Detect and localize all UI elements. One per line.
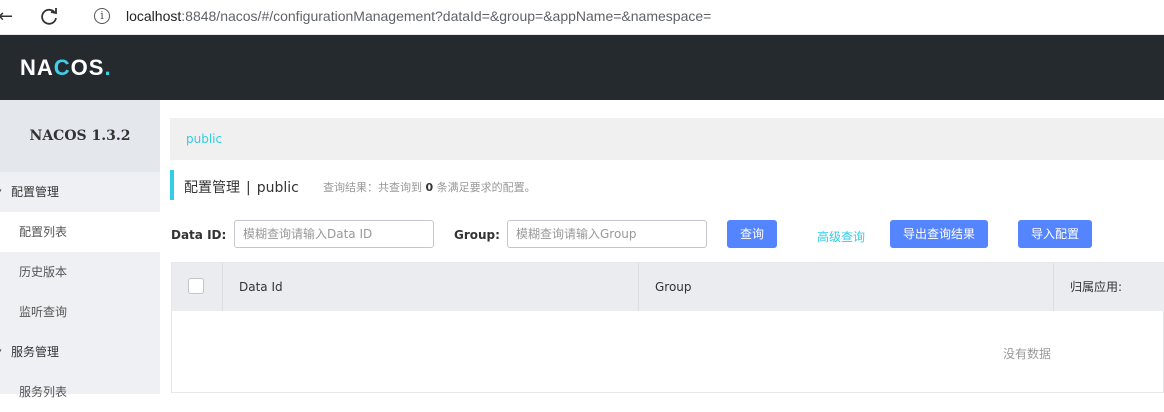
sidebar-item-listener-query[interactable]: 监听查询 [0, 292, 160, 332]
hint-count: 0 [425, 181, 434, 194]
hint-suffix: 条满足要求的配置。 [436, 181, 536, 194]
title-accent-bar [170, 170, 174, 200]
column-header-group[interactable]: Group [639, 263, 1054, 311]
column-header-dataid[interactable]: Data Id [223, 263, 639, 311]
import-config-button[interactable]: 导入配置 [1018, 220, 1092, 248]
sidebar-group-label: 服务管理 [11, 345, 60, 359]
sidebar-group-service[interactable]: ▾ 服务管理 [0, 332, 160, 372]
version-label: NACOS 1.3.2 [0, 100, 160, 172]
page-title-namespace: public [256, 180, 299, 196]
select-all-checkbox[interactable] [188, 278, 204, 294]
sidebar-group-label: 配置管理 [11, 185, 60, 199]
site-info-icon[interactable]: i [94, 8, 110, 24]
dataid-label: Data ID: [171, 228, 227, 242]
sidebar-item-config-list[interactable]: 配置列表 [0, 212, 160, 252]
group-input[interactable]: 模糊查询请输入Group [507, 220, 707, 248]
sidebar: NACOS 1.3.2 ▾ 配置管理 配置列表 历史版本 监听查询 ▾ 服务管理… [0, 100, 160, 399]
query-result-hint: 查询结果：共查询到 0 条满足要求的配置。 [323, 179, 536, 195]
config-table: Data Id Group 归属应用: 没有数据 [171, 262, 1164, 393]
chevron-down-icon: ▾ [0, 172, 2, 212]
select-all-cell [172, 263, 223, 311]
namespace-link-public[interactable]: public [186, 132, 222, 146]
reload-icon[interactable] [36, 4, 62, 30]
sidebar-item-history[interactable]: 历史版本 [0, 252, 160, 292]
app-header: NACOS. [0, 35, 1164, 100]
nacos-logo[interactable]: NACOS. [20, 55, 112, 81]
chevron-down-icon: ▾ [0, 332, 2, 372]
advanced-query-link[interactable]: 高级查询 [817, 228, 865, 245]
namespace-bar: public [170, 118, 1164, 160]
back-arrow-icon[interactable]: ← [0, 6, 13, 27]
sidebar-group-config[interactable]: ▾ 配置管理 [0, 172, 160, 212]
empty-state-text: 没有数据 [1003, 347, 1052, 361]
main-content: public 配置管理 | public 查询结果：共查询到 0 条满足要求的配置。… [160, 100, 1164, 394]
hint-prefix: 查询结果：共查询到 [323, 181, 422, 194]
group-label: Group: [454, 228, 500, 242]
sidebar-item-service-list[interactable]: 服务列表 [0, 372, 160, 412]
title-separator: | [246, 180, 251, 196]
url-text[interactable]: localhost:8848/nacos/#/configurationMana… [126, 8, 711, 24]
column-header-app[interactable]: 归属应用: [1054, 263, 1164, 311]
table-header: Data Id Group 归属应用: [172, 263, 1164, 311]
page-title-text: 配置管理 [184, 180, 240, 196]
export-results-button[interactable]: 导出查询结果 [890, 220, 988, 248]
browser-toolbar: ← i localhost:8848/nacos/#/configuration… [0, 0, 1164, 35]
query-button[interactable]: 查询 [727, 220, 777, 248]
page-title: 配置管理 | public [184, 177, 299, 197]
dataid-input[interactable]: 模糊查询请输入Data ID [234, 220, 434, 248]
